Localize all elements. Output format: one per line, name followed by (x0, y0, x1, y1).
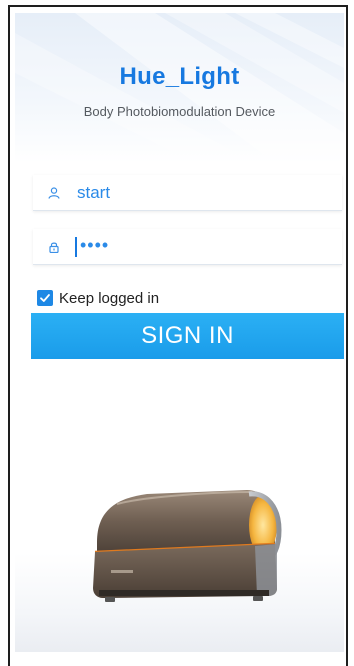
keep-logged-in-checkbox[interactable] (37, 290, 53, 306)
lock-icon (49, 242, 59, 253)
username-field[interactable]: start (33, 175, 342, 211)
password-value: •••• (80, 235, 110, 255)
keep-logged-in-label: Keep logged in (59, 289, 160, 307)
username-value: start (77, 183, 111, 202)
check-icon (40, 294, 50, 302)
app-title: Hue_Light (119, 63, 240, 90)
sign-in-button[interactable]: SIGN IN (31, 313, 344, 359)
login-screen: Hue_Light Body Photobiomodulation Device… (15, 13, 344, 652)
app-subtitle: Body Photobiomodulation Device (83, 104, 276, 119)
password-field[interactable]: •••• (33, 229, 342, 265)
text-cursor (75, 237, 77, 257)
keep-logged-in[interactable]: Keep logged in (37, 289, 159, 307)
user-icon (48, 187, 60, 199)
tanning-bed-image (93, 490, 282, 602)
